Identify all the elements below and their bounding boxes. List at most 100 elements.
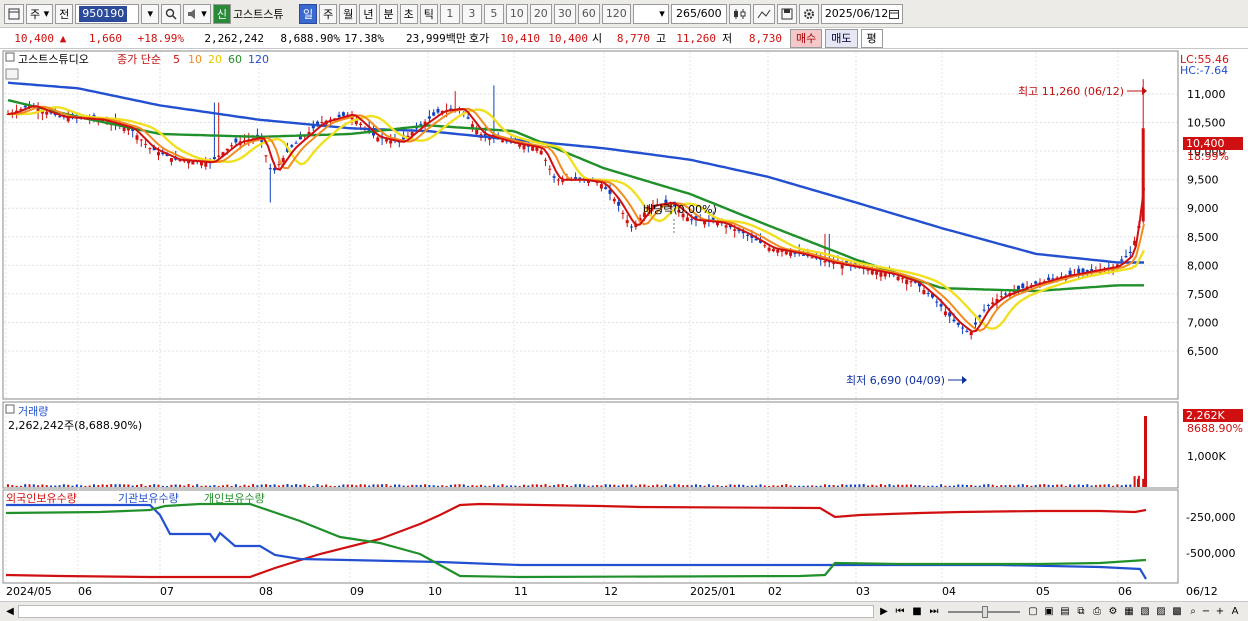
print-icon[interactable]: ⎙ xyxy=(1090,604,1104,619)
rewind-icon[interactable]: ⏮ xyxy=(893,604,907,619)
legend-ma-120: 120 xyxy=(248,53,269,66)
volume-bar xyxy=(394,484,396,487)
layout1-icon[interactable]: ▢ xyxy=(1026,604,1040,619)
candle-body xyxy=(724,225,728,228)
volume-bar xyxy=(88,485,91,487)
date-value: 2025/06/12 xyxy=(824,7,889,20)
interval-3[interactable]: 3 xyxy=(461,3,482,24)
layout7-icon[interactable]: ▩ xyxy=(1170,604,1184,619)
chart-compare-icon[interactable]: ⧉ xyxy=(1074,604,1088,619)
interval-30[interactable]: 30 xyxy=(553,3,576,24)
draw-tool-icon[interactable] xyxy=(752,3,775,24)
candle-body xyxy=(922,290,926,295)
buy-button[interactable]: 매수 xyxy=(790,28,823,48)
open-price: 8,770 xyxy=(616,31,650,45)
custom-interval-select[interactable]: ▾ xyxy=(632,3,669,24)
price-panel[interactable] xyxy=(2,50,1179,400)
chart-settings-icon[interactable] xyxy=(5,68,19,80)
layout5-icon[interactable]: ▧ xyxy=(1138,604,1152,619)
candle-body xyxy=(268,168,272,170)
magnifier-icon[interactable]: ⌕ xyxy=(1186,604,1200,619)
layout4-icon[interactable]: ▦ xyxy=(1122,604,1136,619)
interval-60[interactable]: 60 xyxy=(577,3,600,24)
gear-icon[interactable] xyxy=(798,3,819,24)
count-input[interactable]: 265/600 xyxy=(670,3,727,24)
candle-body xyxy=(604,187,608,190)
volume-bar xyxy=(252,484,255,487)
interval-10[interactable]: 10 xyxy=(505,3,528,24)
volume-bar xyxy=(983,484,986,487)
candle-body xyxy=(982,309,986,311)
eval-button[interactable]: 평 xyxy=(860,28,883,48)
volume-bar xyxy=(492,484,495,487)
period-tick[interactable]: 틱 xyxy=(419,3,438,24)
date-input[interactable]: 2025/06/12 xyxy=(820,3,903,24)
candle-body xyxy=(823,261,827,263)
candle-icon[interactable] xyxy=(728,3,751,24)
volume-bar xyxy=(1034,485,1037,487)
sell-button[interactable]: 매도 xyxy=(825,28,858,48)
stock-code-input[interactable]: 950190 xyxy=(75,3,140,24)
holder-panel[interactable] xyxy=(2,489,1179,584)
volume-bar xyxy=(161,485,164,487)
volume-panel[interactable] xyxy=(2,401,1179,489)
candle-body xyxy=(157,152,160,156)
volume-bar xyxy=(1142,478,1145,487)
prev-button[interactable]: 전 xyxy=(55,3,74,24)
price-tick: 8,500 xyxy=(1187,231,1219,244)
volume-bar xyxy=(574,484,577,487)
volume-bar xyxy=(183,485,186,487)
volume-bar xyxy=(1116,484,1119,487)
volume-bar xyxy=(269,484,272,487)
volume-bar xyxy=(41,484,44,487)
volume-bar xyxy=(867,485,869,487)
interval-1[interactable]: 1 xyxy=(439,3,460,24)
candle-body xyxy=(1128,251,1132,254)
volume-bar xyxy=(776,485,779,487)
dropdown-button[interactable]: ▾ xyxy=(141,3,160,24)
zoom-out-icon[interactable]: − xyxy=(1200,604,1212,619)
interval-120[interactable]: 120 xyxy=(601,3,631,24)
chart-area[interactable]: 고스트스튜디오 종가 단순 5 10 20 60 120 LC:55.46 HC… xyxy=(0,49,1248,603)
volume-bar xyxy=(888,484,891,487)
scroll-bar[interactable]: ◀ ▶ ⏮ ■ ⏭ ▢ ▣ ▤ ⧉ ⎙ ⚙ ▦ ▧ ▨ ▩ ⌕ − + A xyxy=(0,601,1248,621)
volume-bar xyxy=(75,484,78,487)
tools-icon[interactable]: ⚙ xyxy=(1106,604,1120,619)
search-icon[interactable] xyxy=(161,3,182,24)
interval-20[interactable]: 20 xyxy=(529,3,552,24)
layout2-icon[interactable]: ▣ xyxy=(1042,604,1056,619)
layout3-icon[interactable]: ▤ xyxy=(1058,604,1072,619)
save-icon[interactable] xyxy=(776,3,797,24)
scroll-track[interactable] xyxy=(18,605,874,618)
stop-icon[interactable]: ■ xyxy=(910,604,924,619)
x-tick: 2025/01 xyxy=(690,585,736,598)
volume-bar xyxy=(819,485,822,487)
period-select[interactable]: 주 ▾ xyxy=(26,3,54,24)
volume-bar xyxy=(1120,485,1123,487)
candle-body xyxy=(896,276,900,281)
scroll-right-icon[interactable]: ▶ xyxy=(878,604,890,619)
stock-code: 950190 xyxy=(79,5,128,22)
volume-bar xyxy=(118,484,121,487)
period-month[interactable]: 월 xyxy=(339,3,358,24)
period-second[interactable]: 초 xyxy=(399,3,418,24)
candle-body xyxy=(419,123,423,125)
period-year[interactable]: 년 xyxy=(359,3,378,24)
calendar-icon[interactable] xyxy=(888,9,899,19)
speaker-icon[interactable]: ▾ xyxy=(183,3,211,24)
period-minute[interactable]: 분 xyxy=(379,3,398,24)
scroll-left-icon[interactable]: ◀ xyxy=(4,604,16,619)
period-day[interactable]: 일 xyxy=(298,3,318,24)
volume-bar xyxy=(45,485,48,487)
volume-bar xyxy=(1013,485,1016,487)
layout6-icon[interactable]: ▨ xyxy=(1154,604,1168,619)
zoom-in-icon[interactable]: + xyxy=(1214,604,1226,619)
zoom-slider-thumb[interactable] xyxy=(982,606,988,618)
interval-5[interactable]: 5 xyxy=(483,3,504,24)
auto-scale-icon[interactable]: A xyxy=(1228,604,1242,619)
volume-bar xyxy=(759,484,762,487)
price-tick: 7,000 xyxy=(1187,316,1219,329)
layout-icon[interactable] xyxy=(4,3,24,24)
play-icon[interactable]: ⏭ xyxy=(927,604,941,619)
period-week[interactable]: 주 xyxy=(319,3,338,24)
